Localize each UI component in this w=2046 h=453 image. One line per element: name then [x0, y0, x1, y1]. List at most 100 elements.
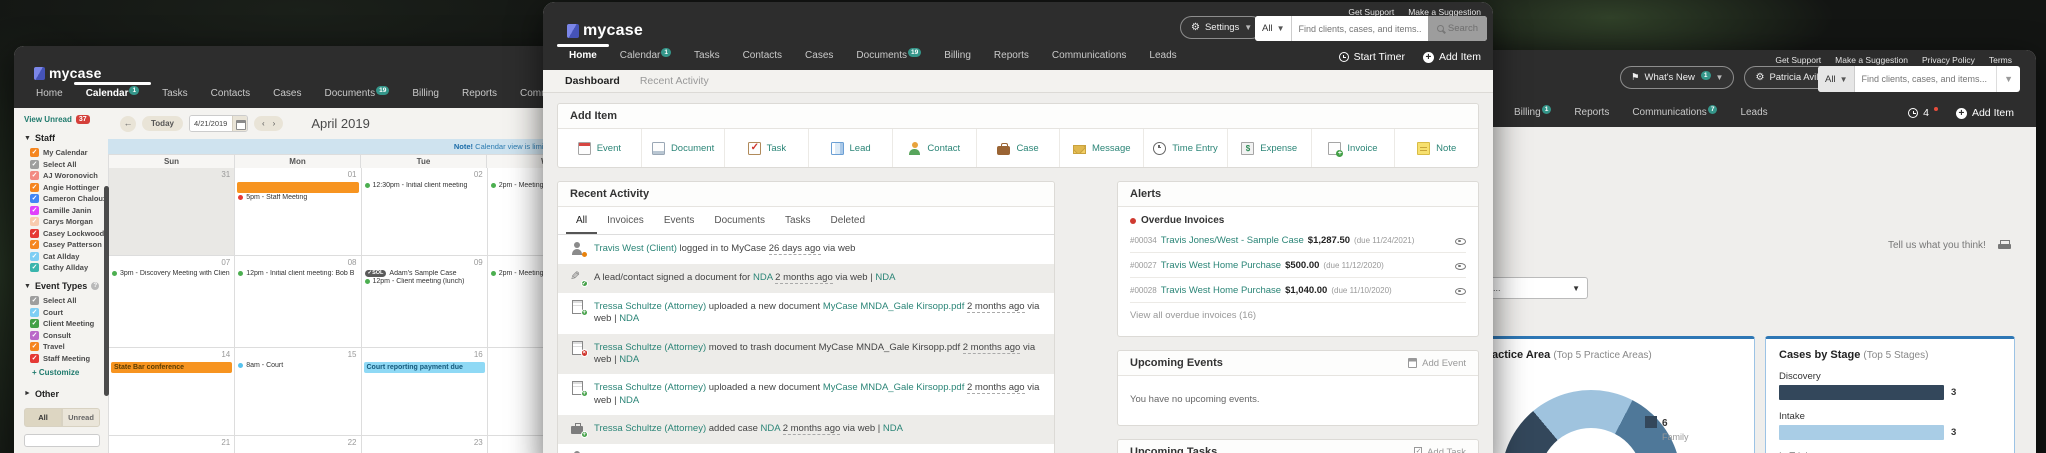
activity-row[interactable]: × Tressa Schultze (Attorney) moved to tra… — [558, 333, 1054, 375]
staff-item-casey-lockwood[interactable]: ✓ Casey Lockwood — [30, 228, 108, 238]
activity-link[interactable]: NDA — [619, 354, 639, 365]
event-types-section-header[interactable]: ▼ Event Types? — [24, 281, 108, 291]
add-expense-button[interactable]: Expense — [1228, 129, 1312, 167]
calendar-day-cell[interactable]: 07 3pm - Discovery Meeting with Clien — [109, 256, 236, 348]
staff-item-cat-allday[interactable]: ✓ Cat Allday — [30, 251, 108, 261]
staff-item-aj-woronovich[interactable]: ✓ AJ Woronovich — [30, 171, 108, 180]
activity-row[interactable]: +Tressa Schultze (Attorney) added contac… — [558, 444, 1054, 453]
activity-row[interactable]: + Tressa Schultze (Attorney) uploaded a n… — [558, 374, 1054, 415]
tab-contacts[interactable]: Contacts — [741, 44, 784, 70]
eye-icon[interactable] — [1455, 285, 1466, 295]
activity-row[interactable]: Travis West (Client) logged in to MyCase… — [558, 235, 1054, 264]
settings-button[interactable]: ⚙ Settings ▼ — [1180, 16, 1264, 39]
staff-item-cathy-allday[interactable]: ✓ Cathy Allday — [30, 263, 108, 272]
add-event-button[interactable]: Add Event — [1408, 358, 1466, 369]
add-case-button[interactable]: Case — [977, 129, 1061, 167]
activity-tab-documents[interactable]: Documents — [704, 207, 775, 234]
staff-section-header[interactable]: ▼ Staff — [24, 133, 108, 143]
activity-tab-tasks[interactable]: Tasks — [775, 207, 821, 234]
link-privacy-policy[interactable]: Privacy Policy — [1922, 55, 1975, 65]
calendar-event-bar[interactable] — [237, 181, 359, 193]
tab-home[interactable]: Home — [34, 82, 65, 108]
activity-row[interactable]: + Tressa Schultze (Attorney) uploaded a n… — [558, 293, 1054, 334]
event-type-item-select-all[interactable]: ✓ Select All — [30, 296, 108, 305]
bar[interactable] — [1779, 425, 1944, 440]
activity-link[interactable]: Tressa Schultze (Attorney) — [594, 342, 706, 353]
tab-cases[interactable]: Cases — [803, 44, 835, 70]
back-arrow-button[interactable]: ← — [120, 115, 136, 132]
add-invoice-button[interactable]: Invoice — [1312, 129, 1396, 167]
calendar-icon[interactable] — [231, 116, 247, 131]
tab-reports[interactable]: Reports — [460, 82, 499, 108]
calendar-event[interactable]: 3pm - Discovery Meeting with Clien — [112, 270, 231, 277]
calendar-day-cell[interactable]: 21 — [109, 436, 236, 453]
event-type-item-court[interactable]: ✓ Court — [30, 307, 108, 317]
add-contact-button[interactable]: Contact — [893, 129, 977, 167]
add-message-button[interactable]: Message — [1060, 129, 1145, 167]
tab-documents[interactable]: Documents 19 — [854, 44, 923, 70]
add-item-button[interactable]: + Add Item — [1955, 107, 2014, 119]
filter-input[interactable] — [24, 433, 100, 447]
tab-tasks[interactable]: Tasks — [160, 82, 190, 108]
tab-home[interactable]: Home — [557, 44, 609, 70]
tab-calendar[interactable]: Calendar 1 — [618, 44, 673, 70]
staff-item-select-all[interactable]: ✓ Select All — [30, 159, 108, 169]
link-terms[interactable]: Terms — [1989, 55, 2012, 65]
tab-cases[interactable]: Cases — [271, 82, 303, 108]
search-input[interactable] — [1855, 74, 1997, 84]
calendar-event-bar[interactable]: State Bar conference — [111, 361, 233, 373]
calendar-event[interactable]: 12pm - Client meeting (lunch) — [364, 278, 484, 285]
calendar-day-cell[interactable]: 14 State Bar conference — [109, 348, 236, 436]
mycase-logo[interactable]: mycase — [567, 22, 643, 40]
bar[interactable] — [1779, 385, 1944, 400]
view-all-overdue-link[interactable]: View all overdue invoices (16) — [1130, 303, 1466, 330]
overdue-invoice-row[interactable]: #00027 Travis West Home Purchase $500.00 (d… — [1130, 253, 1466, 278]
calendar-day-cell[interactable]: 15 8am - Court — [235, 348, 362, 436]
activity-link[interactable]: Tressa Schultze (Attorney) — [594, 301, 706, 312]
invoice-case-link[interactable]: Travis Jones/West - Sample Case — [1161, 235, 1304, 246]
other-section-header[interactable]: ► Other — [24, 389, 108, 399]
subnav-recent-activity[interactable]: Recent Activity — [640, 75, 709, 87]
activity-tab-events[interactable]: Events — [654, 207, 705, 234]
add-event-button[interactable]: Event — [558, 129, 642, 167]
invoice-case-link[interactable]: Travis West Home Purchase — [1161, 260, 1281, 271]
activity-link[interactable]: Travis West (Client) — [594, 243, 677, 254]
add-item-button[interactable]: + Add Item — [1422, 51, 1481, 63]
add-task-button[interactable]: Add Task — [1414, 447, 1466, 453]
timer-button[interactable]: 4 — [1908, 107, 1938, 119]
date-input[interactable] — [189, 116, 232, 131]
tab-contacts[interactable]: Contacts — [209, 82, 252, 108]
start-timer-button[interactable]: Start Timer — [1338, 51, 1405, 63]
activity-link[interactable]: NDA — [761, 423, 781, 434]
activity-row[interactable]: ✓ A lead/contact signed a document for ND… — [558, 264, 1054, 293]
calendar-day-cell[interactable]: 02 12:30pm - Initial client meeting — [361, 168, 488, 256]
vertical-scrollbar[interactable] — [104, 186, 109, 396]
staff-item-casey-patterson[interactable]: ✓ Casey Patterson — [30, 240, 108, 249]
event-type-item-consult[interactable]: ✓ Consult — [30, 330, 108, 340]
filter-unread-button[interactable]: Unread — [62, 407, 100, 427]
activity-link[interactable]: NDA — [883, 423, 903, 434]
add-note-button[interactable]: Note — [1395, 129, 1478, 167]
eye-icon[interactable] — [1455, 235, 1466, 245]
view-unread-link[interactable]: View Unread 37 — [24, 115, 108, 124]
tab-billing[interactable]: Billing — [410, 82, 441, 108]
report-filter-dropdown[interactable]: ... ▼ — [1485, 277, 1588, 299]
search-options-chevron[interactable]: ▼ — [1996, 66, 2020, 92]
tab-reports[interactable]: Reports — [1572, 101, 1611, 127]
whats-new-button[interactable]: ⚑ What's New 1 ▼ — [1620, 66, 1735, 89]
event-type-item-client-meeting[interactable]: ✓ Client Meeting — [30, 319, 108, 328]
mycase-logo[interactable]: mycase — [34, 65, 102, 81]
add-lead-button[interactable]: Lead — [809, 129, 893, 167]
event-type-item-travel[interactable]: ✓ Travel — [30, 342, 108, 351]
calendar-day-cell[interactable]: 09 ✓SOL Adam's Sample Case 12pm - Client me… — [361, 256, 488, 348]
calendar-day-cell[interactable]: 23 — [361, 436, 488, 453]
tab-tasks[interactable]: Tasks — [692, 44, 722, 70]
staff-item-angie-hottinger[interactable]: ✓ Angie Hottinger — [30, 182, 108, 192]
tab-communications[interactable]: Communications — [1050, 44, 1128, 70]
add-task-button[interactable]: Task — [725, 129, 810, 167]
activity-link[interactable]: Tressa Schultze (Attorney) — [594, 423, 706, 434]
event-type-item-staff-meeting[interactable]: ✓ Staff Meeting — [30, 353, 108, 363]
overdue-invoice-row[interactable]: #00034 Travis Jones/West - Sample Case $1,… — [1130, 228, 1466, 253]
calendar-event[interactable]: 8am - Court — [238, 362, 357, 369]
activity-link[interactable]: NDA — [875, 272, 895, 283]
